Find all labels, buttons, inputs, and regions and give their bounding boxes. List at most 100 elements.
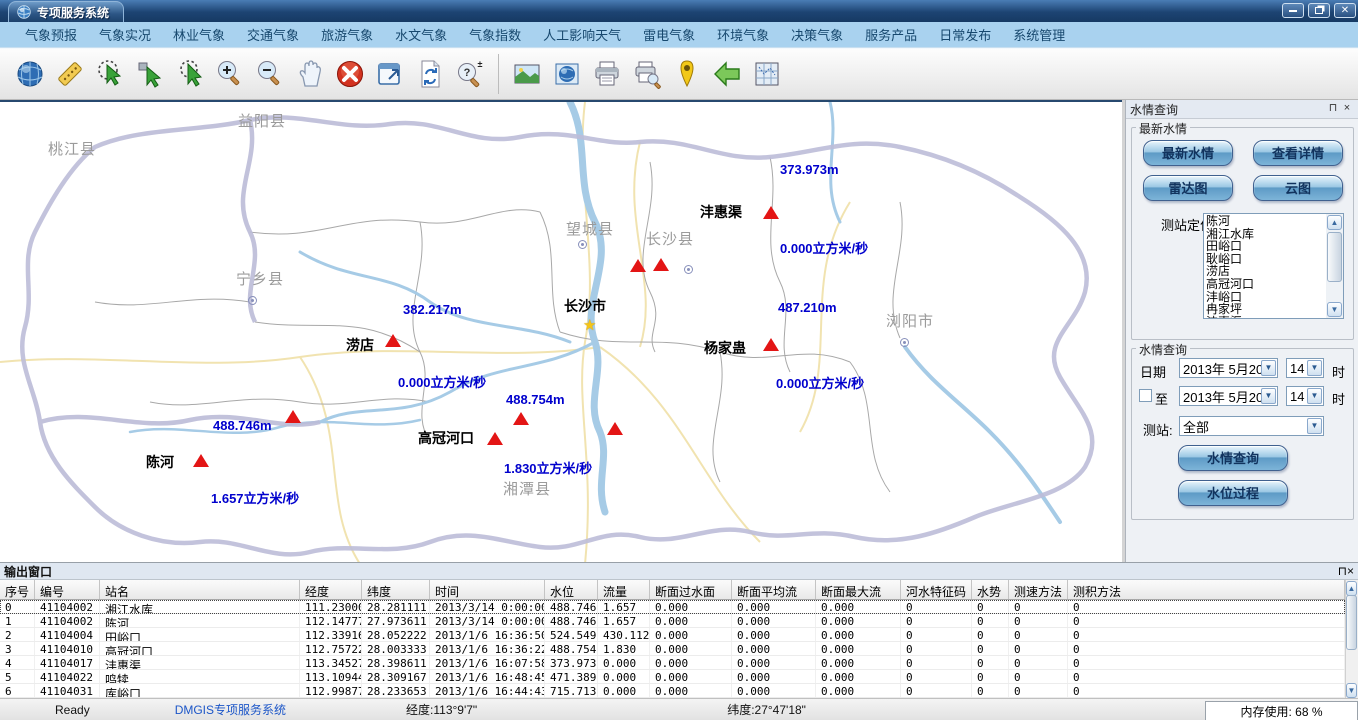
chevron-down-icon[interactable]: ▼	[1261, 360, 1276, 376]
menu-item[interactable]: 林业气象	[162, 25, 236, 44]
print-icon[interactable]	[589, 56, 625, 92]
column-header[interactable]: 流量	[598, 580, 650, 599]
station-marker-icon[interactable]	[763, 206, 779, 219]
station-marker-icon[interactable]	[513, 412, 529, 425]
menu-item[interactable]: 系统管理	[1002, 25, 1076, 44]
menu-item[interactable]: 决策气象	[780, 25, 854, 44]
view-details-button[interactable]: 查看详情	[1253, 140, 1343, 166]
station-combobox[interactable]: 全部 ▼	[1179, 416, 1324, 436]
column-header[interactable]: 测速方法	[1009, 580, 1068, 599]
station-marker-icon[interactable]	[763, 338, 779, 351]
column-header[interactable]: 断面最大流	[816, 580, 901, 599]
menu-item[interactable]: 雷电气象	[632, 25, 706, 44]
station-list-item[interactable]: 沣惠渠	[1206, 316, 1324, 318]
table-scrollbar[interactable]: ▲ ▼	[1345, 580, 1358, 699]
column-header[interactable]: 测积方法	[1068, 580, 1345, 599]
table-row[interactable]: 041104002湘江水库111.23000028.2811112013/3/1…	[0, 600, 1345, 614]
station-marker-icon[interactable]	[193, 454, 209, 467]
chevron-down-icon[interactable]: ▼	[1307, 388, 1322, 404]
restore-button[interactable]	[1308, 3, 1330, 18]
menu-item[interactable]: 人工影响天气	[532, 25, 632, 44]
measure-icon[interactable]	[52, 56, 88, 92]
hour-from-combobox[interactable]: 14 ▼	[1286, 358, 1324, 378]
scroll-up-icon[interactable]: ▲	[1346, 581, 1357, 596]
column-header[interactable]: 纬度	[362, 580, 430, 599]
table-row[interactable]: 441104017沣惠渠113.34527828.3986112013/1/6 …	[0, 656, 1345, 670]
column-header[interactable]: 断面平均流	[732, 580, 816, 599]
menu-item[interactable]: 水文气象	[384, 25, 458, 44]
water-query-button[interactable]: 水情查询	[1178, 445, 1288, 471]
station-marker-icon[interactable]	[487, 432, 503, 445]
select-polygon-icon[interactable]	[172, 56, 208, 92]
table-row[interactable]: 141104002陈河112.14777827.9736112013/3/14 …	[0, 614, 1345, 628]
map-view[interactable]: 益阳县桃江县望城县长沙县宁乡县浏阳市湘潭县沣惠渠长沙市涝店杨家蛊高冠河口陈河37…	[0, 100, 1122, 562]
scroll-up-icon[interactable]: ▲	[1327, 215, 1342, 230]
chevron-down-icon[interactable]: ▼	[1307, 360, 1322, 376]
chevron-down-icon[interactable]: ▼	[1307, 418, 1322, 434]
cloud-image-button[interactable]: 云图	[1253, 175, 1343, 201]
export-image-icon[interactable]	[509, 56, 545, 92]
column-header[interactable]: 编号	[35, 580, 100, 599]
menu-item[interactable]: 环境气象	[706, 25, 780, 44]
new-window-icon[interactable]	[372, 56, 408, 92]
radar-image-button[interactable]: 雷达图	[1143, 175, 1233, 201]
water-level-process-button[interactable]: 水位过程	[1178, 480, 1288, 506]
station-marker-icon[interactable]	[630, 259, 646, 272]
column-header[interactable]: 经度	[300, 580, 362, 599]
table-row[interactable]: 641104031库峪口112.99877828.2336532013/1/6 …	[0, 684, 1345, 698]
menu-item[interactable]: 旅游气象	[310, 25, 384, 44]
help-identify-icon[interactable]: ?±	[452, 56, 488, 92]
back-arrow-icon[interactable]	[709, 56, 745, 92]
menu-item[interactable]: 气象指数	[458, 25, 532, 44]
station-listbox[interactable]: 陈河湘江水库田峪口耿峪口涝店高冠河口沣峪口冉家坪沣惠渠 ▲ ▼	[1203, 213, 1344, 319]
scroll-down-icon[interactable]: ▼	[1346, 683, 1357, 698]
table-row[interactable]: 241104004田峪口112.33916728.0522222013/1/6 …	[0, 628, 1345, 642]
print-preview-icon[interactable]	[629, 56, 665, 92]
identify-arrow-icon[interactable]	[132, 56, 168, 92]
column-header[interactable]: 时间	[430, 580, 545, 599]
minimize-button[interactable]	[1282, 3, 1304, 18]
station-marker-icon[interactable]	[653, 258, 669, 271]
menu-item[interactable]: 日常发布	[928, 25, 1002, 44]
column-header[interactable]: 序号	[0, 580, 35, 599]
menu-item[interactable]: 服务产品	[854, 25, 928, 44]
locate-pin-icon[interactable]	[669, 56, 705, 92]
pin-icon[interactable]: ⊓	[1338, 564, 1347, 578]
chevron-down-icon[interactable]: ▼	[1261, 388, 1276, 404]
menu-item[interactable]: 气象预报	[14, 25, 88, 44]
menu-item[interactable]: 交通气象	[236, 25, 310, 44]
station-marker-icon[interactable]	[285, 410, 301, 423]
station-marker-icon[interactable]	[607, 422, 623, 435]
latest-water-button[interactable]: 最新水情	[1143, 140, 1233, 166]
panel-close-icon[interactable]: ×	[1340, 102, 1354, 116]
date-from-combobox[interactable]: 2013年 5月20日 ▼	[1179, 358, 1278, 378]
output-close-icon[interactable]: ×	[1347, 564, 1354, 578]
scroll-down-icon[interactable]: ▼	[1327, 302, 1342, 317]
pan-hand-icon[interactable]	[292, 56, 328, 92]
table-row[interactable]: 541104022鸣犊113.10944428.3091672013/1/6 1…	[0, 670, 1345, 684]
zoom-in-icon[interactable]	[212, 56, 248, 92]
close-button[interactable]: ✕	[1334, 3, 1356, 18]
scroll-thumb[interactable]	[1346, 595, 1357, 650]
station-list-item[interactable]: 冉家坪	[1206, 303, 1324, 316]
date-to-combobox[interactable]: 2013年 5月20日 ▼	[1179, 386, 1278, 406]
zoom-out-icon[interactable]	[252, 56, 288, 92]
to-date-checkbox[interactable]	[1139, 389, 1152, 402]
map-view-icon[interactable]	[549, 56, 585, 92]
column-header[interactable]: 断面过水面	[650, 580, 732, 599]
menu-item[interactable]: 气象实况	[88, 25, 162, 44]
table-row[interactable]: 341104010高冠河口112.75722228.0033332013/1/6…	[0, 642, 1345, 656]
overview-map-icon[interactable]	[749, 56, 785, 92]
column-header[interactable]: 水势	[972, 580, 1009, 599]
column-header[interactable]: 站名	[100, 580, 300, 599]
list-scrollbar[interactable]: ▲ ▼	[1326, 214, 1343, 318]
select-features-icon[interactable]	[92, 56, 128, 92]
column-header[interactable]: 水位	[545, 580, 598, 599]
pin-icon[interactable]: ⊓	[1326, 102, 1340, 116]
station-list-item[interactable]: 陈河	[1206, 215, 1324, 228]
scroll-thumb[interactable]	[1327, 232, 1342, 282]
hour-to-combobox[interactable]: 14 ▼	[1286, 386, 1324, 406]
station-list-item[interactable]: 高冠河口	[1206, 278, 1324, 291]
column-header[interactable]: 河水特征码	[901, 580, 972, 599]
station-list-item[interactable]: 田峪口	[1206, 240, 1324, 253]
